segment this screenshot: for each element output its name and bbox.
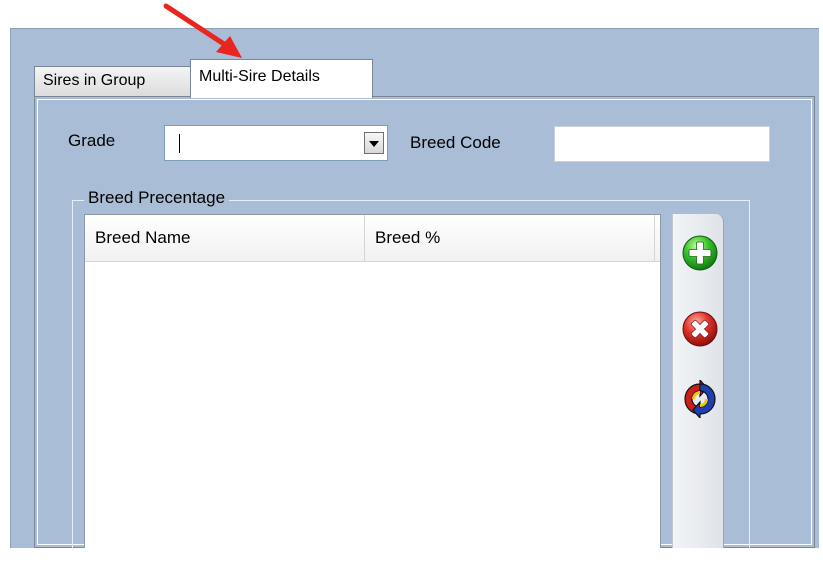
grade-dropdown-button[interactable]	[364, 132, 384, 154]
text-caret	[179, 134, 180, 153]
breed-grid-header: Breed Name Breed %	[85, 215, 660, 262]
delete-icon[interactable]	[681, 310, 719, 348]
breed-percentage-title: Breed Precentage	[84, 188, 230, 208]
tab-multi-sire-details-label: Multi-Sire Details	[199, 68, 320, 85]
tab-sires-in-group-label: Sires in Group	[43, 72, 146, 89]
column-header-breed-percent[interactable]: Breed %	[365, 215, 655, 261]
column-header-breed-name[interactable]: Breed Name	[85, 215, 365, 261]
tab-multi-sire-details[interactable]: Multi-Sire Details	[190, 59, 373, 98]
tab-sires-in-group[interactable]: Sires in Group	[34, 66, 192, 96]
chevron-down-icon	[369, 141, 379, 147]
grade-combobox[interactable]	[164, 125, 388, 161]
breed-grid[interactable]: Breed Name Breed %	[84, 214, 661, 548]
breed-code-input[interactable]	[554, 126, 770, 162]
breed-code-label: Breed Code	[410, 133, 501, 152]
grade-label: Grade	[68, 131, 116, 150]
grid-toolbar	[672, 214, 724, 548]
window-bottom-margin	[0, 548, 823, 562]
add-icon[interactable]	[681, 234, 719, 272]
refresh-icon[interactable]	[681, 380, 719, 418]
